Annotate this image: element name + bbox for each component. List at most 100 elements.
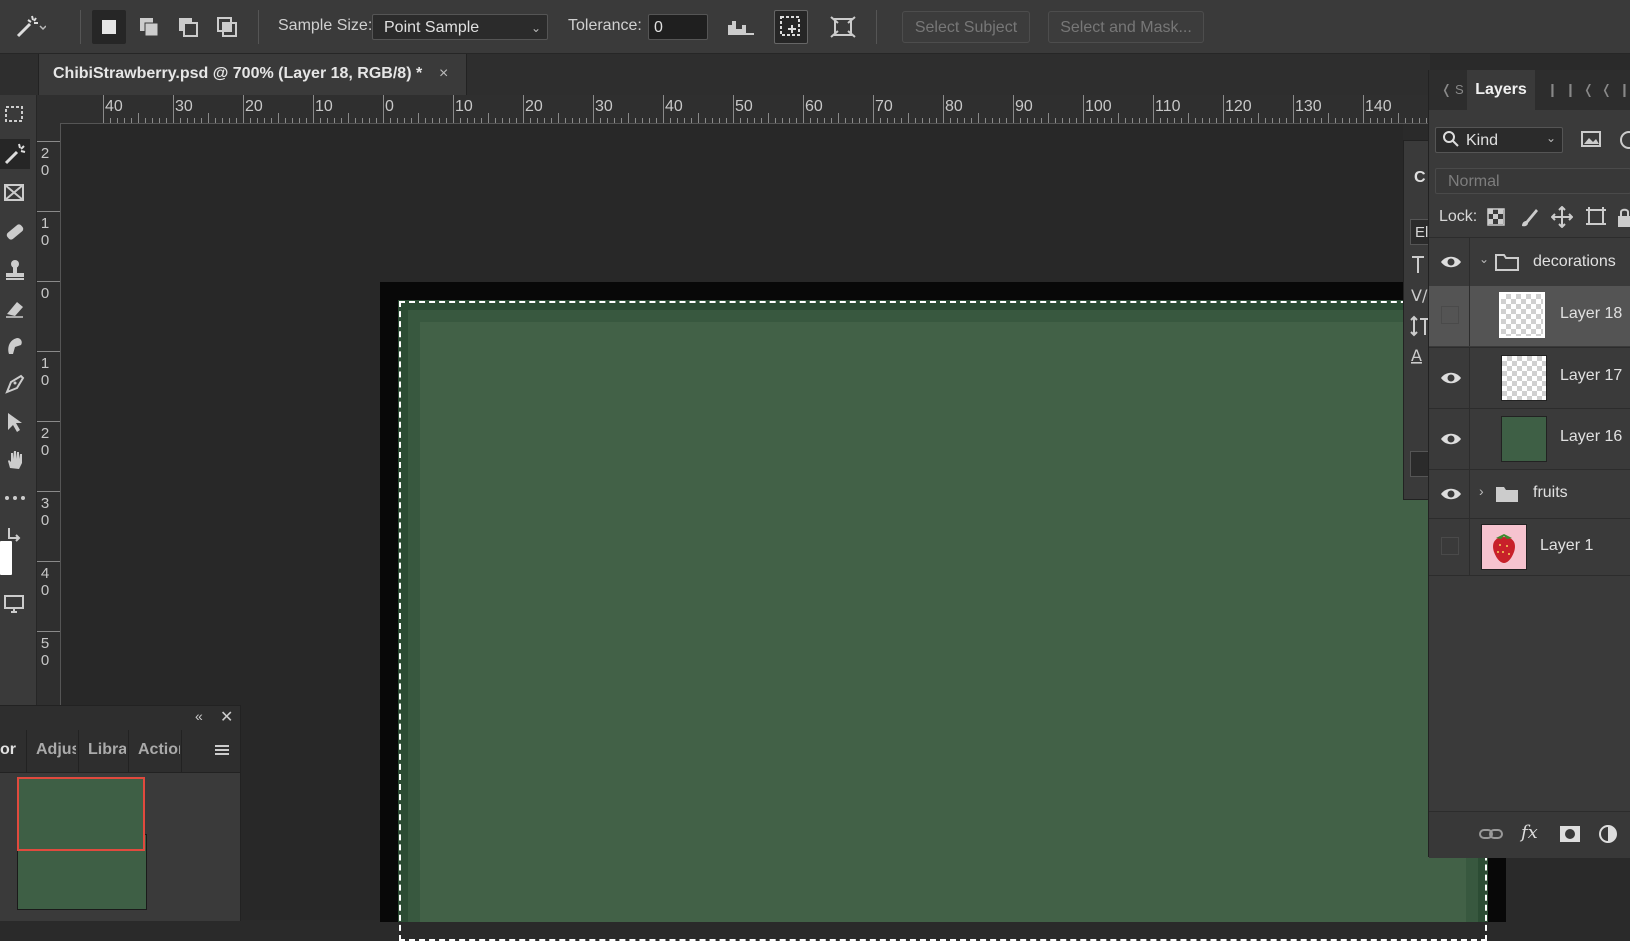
layer-thumbnail[interactable]	[1501, 416, 1547, 462]
visibility-toggle-off[interactable]	[1441, 537, 1459, 555]
lock-transparent-icon[interactable]	[1487, 208, 1505, 230]
ruler-tick	[544, 118, 545, 123]
tab-libraries[interactable]: Librar	[88, 741, 126, 759]
magic-wand-tool-icon[interactable]	[0, 139, 30, 169]
anti-alias-icon[interactable]	[724, 10, 758, 44]
close-icon[interactable]: ×	[439, 65, 448, 83]
marquee-tool-icon[interactable]	[0, 100, 30, 130]
add-mask-icon[interactable]	[1559, 824, 1581, 848]
stamp-tool-icon[interactable]	[0, 255, 30, 285]
frame-tool-icon[interactable]	[0, 178, 30, 208]
chevron-down-icon[interactable]: ⌄	[1479, 252, 1489, 266]
enhance-edge-icon[interactable]	[826, 10, 860, 44]
document-tab[interactable]: ChibiStrawberry.psd @ 700% (Layer 18, RG…	[38, 54, 467, 95]
screen-mode-icon[interactable]	[0, 589, 30, 619]
layer-row-layer-18[interactable]: Layer 18	[1429, 286, 1630, 346]
eraser-tool-icon[interactable]	[0, 293, 30, 323]
adjustment-filter-icon[interactable]	[1617, 130, 1630, 154]
collapsed-tab-icon[interactable]: ❙	[1565, 82, 1576, 98]
ruler-tick	[1328, 113, 1329, 123]
collapsed-tab-icon[interactable]: ❙	[1619, 82, 1630, 98]
smudge-tool-icon[interactable]	[0, 331, 30, 361]
layer-row-layer-1[interactable]: Layer 1	[1429, 518, 1630, 576]
intersect-selection-icon[interactable]	[210, 10, 244, 44]
ruler-label: 140	[1365, 98, 1392, 115]
path-selection-tool-icon[interactable]	[0, 407, 30, 437]
ruler-tick	[1321, 118, 1322, 123]
foreground-color-swatch[interactable]	[0, 541, 12, 575]
ruler-tick	[803, 95, 804, 123]
ruler-corner[interactable]	[36, 95, 61, 124]
ruler-tick	[201, 118, 202, 123]
vertical-ruler[interactable]: 20 10 0 10 20 30 40 50	[36, 123, 61, 706]
tab-color[interactable]: or	[0, 741, 18, 759]
pixel-layer-filter-icon[interactable]	[1581, 130, 1601, 152]
ruler-tick	[936, 118, 937, 123]
collapsed-tab-icon[interactable]: S	[1455, 82, 1464, 97]
ruler-tick	[376, 118, 377, 123]
font-size-icon[interactable]	[1410, 253, 1430, 279]
ruler-tick	[236, 118, 237, 123]
ruler-tick	[642, 118, 643, 123]
layer-row-layer-16[interactable]: Layer 16	[1429, 408, 1630, 469]
ruler-tick	[250, 118, 251, 123]
ruler-tick	[355, 118, 356, 123]
tolerance-input[interactable]: 0	[648, 14, 708, 40]
ruler-tick	[999, 118, 1000, 123]
lock-brush-icon[interactable]	[1519, 206, 1539, 232]
new-selection-icon[interactable]	[92, 10, 126, 44]
ruler-tick	[572, 118, 573, 123]
select-and-mask-button[interactable]: Select and Mask...	[1048, 11, 1204, 43]
collapse-panel-icon[interactable]: «	[195, 708, 203, 724]
layer-row-decorations[interactable]: ⌄ decorations	[1429, 237, 1630, 286]
close-icon[interactable]: ✕	[220, 707, 233, 727]
collapsed-tab-icon[interactable]: ❬	[1441, 82, 1452, 98]
collapsed-tab-icon[interactable]: ❬	[1601, 82, 1612, 98]
sample-size-select[interactable]: Point Sample ⌄	[372, 14, 548, 40]
visibility-toggle-off[interactable]	[1441, 306, 1459, 324]
ruler-tick	[747, 118, 748, 123]
ruler-tick	[145, 118, 146, 123]
ruler-label: 100	[1085, 98, 1112, 115]
eye-icon[interactable]	[1439, 252, 1463, 272]
blend-mode-select[interactable]: Normal	[1435, 168, 1630, 194]
adjustment-layer-icon[interactable]	[1597, 824, 1623, 850]
tab-adjustments[interactable]: Adjus	[36, 741, 76, 759]
collapsed-tab-icon[interactable]: ❬	[1583, 82, 1594, 98]
ruler-tick	[880, 118, 881, 123]
link-layers-icon[interactable]	[1479, 824, 1503, 848]
eye-icon[interactable]	[1439, 368, 1463, 388]
selection-marquee[interactable]	[399, 301, 1487, 941]
lock-all-icon[interactable]	[1617, 208, 1630, 232]
ruler-tick	[131, 118, 132, 123]
tab-actions[interactable]: Action	[138, 741, 180, 759]
panel-menu-icon[interactable]	[214, 744, 230, 762]
eye-icon[interactable]	[1439, 429, 1463, 449]
select-subject-button[interactable]: Select Subject	[902, 11, 1030, 43]
healing-brush-icon[interactable]	[0, 217, 30, 247]
collapsed-tab-icon[interactable]: ❙	[1547, 82, 1558, 98]
sample-all-layers-icon[interactable]	[774, 10, 808, 44]
lock-artboard-icon[interactable]	[1585, 206, 1607, 232]
tolerance-label: Tolerance:	[568, 17, 642, 34]
subtract-from-selection-icon[interactable]	[171, 10, 205, 44]
lock-position-icon[interactable]	[1550, 205, 1574, 232]
layer-filter-select[interactable]: Kind ⌄	[1435, 127, 1563, 153]
magic-wand-tool-preset-icon[interactable]	[12, 10, 46, 44]
layer-row-fruits[interactable]: › fruits	[1429, 469, 1630, 518]
layer-thumbnail[interactable]	[1501, 355, 1547, 401]
add-to-selection-icon[interactable]	[132, 10, 166, 44]
hand-tool-icon[interactable]	[0, 445, 30, 475]
horizontal-ruler[interactable]: 40 30 20 10 0 10 20 30 40 50 60 70 80 90 100 110 120 130 1…	[60, 95, 1430, 124]
strawberry-thumbnail-icon[interactable]	[1481, 524, 1527, 570]
foreground-color-swatch[interactable]	[17, 777, 145, 851]
eye-icon[interactable]	[1439, 484, 1463, 504]
pen-tool-icon[interactable]	[0, 369, 30, 399]
more-tools-icon[interactable]	[0, 483, 30, 513]
fx-icon[interactable]: fx	[1521, 822, 1538, 843]
chevron-right-icon[interactable]: ›	[1479, 483, 1484, 499]
tab-layers[interactable]: Layers	[1467, 70, 1535, 110]
ruler-tick	[1314, 118, 1315, 123]
layer-row-layer-17[interactable]: Layer 17	[1429, 347, 1630, 408]
layer-thumbnail[interactable]	[1499, 292, 1545, 338]
